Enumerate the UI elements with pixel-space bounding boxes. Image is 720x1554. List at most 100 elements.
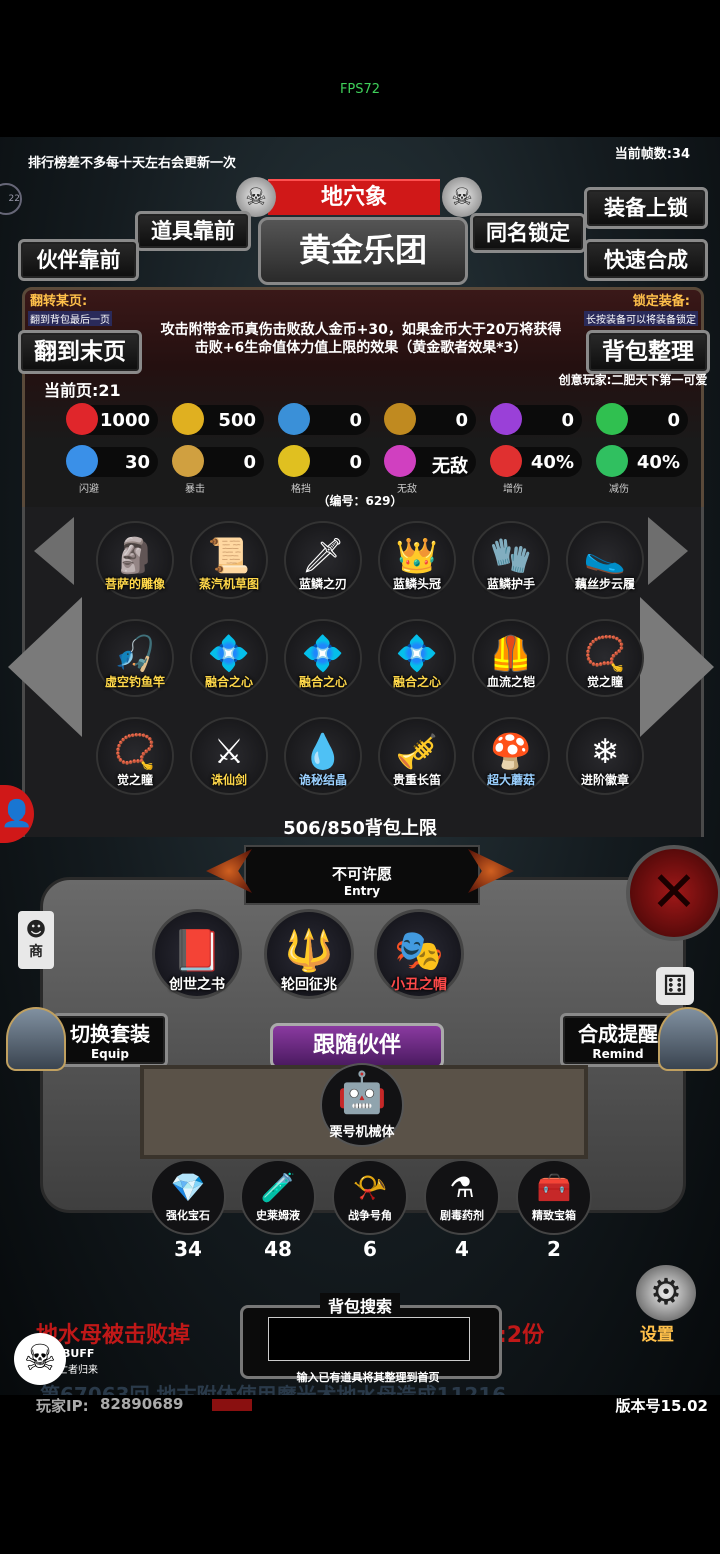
bag-item-slot[interactable]: ❄ 进阶徽章: [566, 717, 644, 795]
consumable-slot[interactable]: ⚗ 剧毒药剂 4: [424, 1159, 500, 1261]
wish-plaque[interactable]: 不可许愿 Entry: [244, 845, 480, 905]
crit-icon: [172, 445, 204, 477]
bag-item-slot[interactable]: 🍄 超大蘑菇: [472, 717, 550, 795]
consumable-count: 6: [363, 1237, 377, 1261]
item-front-button[interactable]: 道具靠前: [135, 211, 251, 251]
stat-value: 40%: [530, 452, 574, 473]
stat-value: 0: [561, 410, 574, 431]
bag-item-name: 进阶徽章: [580, 773, 629, 787]
prev-page-arrow-icon[interactable]: [8, 597, 82, 737]
equipped-item-name: 轮回征兆: [281, 977, 337, 993]
prev-small-arrow-icon[interactable]: [34, 517, 74, 585]
consumable-slot[interactable]: 📯 战争号角 6: [332, 1159, 408, 1261]
eye-amulet-icon: 📿: [583, 634, 627, 674]
shop-label: 商: [29, 944, 43, 960]
flip-page-title: 翻转某页:: [30, 294, 88, 309]
last-page-button[interactable]: 翻到末页: [18, 330, 142, 374]
bag-item-slot[interactable]: 🥿 藕丝步云履: [566, 521, 644, 599]
statue-icon: 🗿: [113, 536, 157, 576]
switch-set-label: 切换套装: [70, 1022, 150, 1046]
same-name-lock-button[interactable]: 同名锁定: [470, 213, 586, 253]
lock-equip-hint: 长按装备可以将装备锁定: [584, 311, 698, 326]
bag-item-slot[interactable]: ⚔ 诛仙剑: [190, 717, 268, 795]
set-name: 黄金乐团: [298, 231, 427, 269]
stat-r2-4: 40% 增伤: [490, 445, 582, 495]
equipped-item-slot[interactable]: 🎭 小丑之帽: [374, 909, 464, 999]
swords-icon: [490, 445, 522, 477]
bag-item-name: 蓝鳞护手: [486, 577, 535, 591]
stat-value: 0: [243, 452, 256, 473]
bag-item-slot[interactable]: 📿 觉之瞳: [566, 619, 644, 697]
consumable-slot[interactable]: 🧪 史莱姆液 48: [240, 1159, 316, 1261]
fusion-heart-icon: 💠: [395, 634, 439, 674]
dice-icon[interactable]: ⚅: [656, 967, 694, 1005]
companion-slot[interactable]: 🤖 栗号机械体: [320, 1063, 404, 1147]
equipped-item-slot[interactable]: 🔱 轮回征兆: [264, 909, 354, 999]
stat-value: 0: [455, 410, 468, 431]
bag-item-name: 贵重长笛: [392, 773, 441, 787]
consumable-count: 4: [455, 1237, 469, 1261]
bag-item-slot[interactable]: 🗿 菩萨的雕像: [96, 521, 174, 599]
next-page-arrow-icon[interactable]: [640, 597, 714, 737]
bag-item-slot[interactable]: 🧤 蓝鳞护手: [472, 521, 550, 599]
synth-reminder-sub: Remind: [592, 1047, 644, 1061]
search-hint: 输入已有道具将其整理到首页: [296, 1371, 440, 1384]
clover-icon: [596, 403, 628, 435]
helmet-icon: [278, 403, 310, 435]
stat-r2-3: 无敌 无敌: [384, 445, 476, 495]
bag-item-slot[interactable]: 🎺 贵重长笛: [378, 717, 456, 795]
bag-item-name: 觉之瞳: [116, 773, 153, 787]
bag-item-name: 觉之瞳: [586, 675, 623, 689]
wings-icon: [384, 445, 416, 477]
consumable-slot[interactable]: 💎 强化宝石 34: [150, 1159, 226, 1261]
bag-item-slot[interactable]: 📿 觉之瞳: [96, 717, 174, 795]
blade-icon: 🗡: [301, 536, 345, 576]
flip-page-hint: 翻到背包最后一页: [28, 311, 112, 326]
bag-item-name: 菩萨的雕像: [104, 577, 165, 591]
bag-item-slot[interactable]: 💠 融合之心: [284, 619, 362, 697]
buff-skull-icon[interactable]: ☠: [14, 1333, 66, 1385]
heart-icon: [66, 403, 98, 435]
next-small-arrow-icon[interactable]: [648, 517, 688, 585]
bag-item-slot[interactable]: 💠 融合之心: [378, 619, 456, 697]
stat-value: 0: [349, 452, 362, 473]
serial-number: （编号：629）: [317, 494, 403, 508]
switch-set-button[interactable]: 切换套装 Equip: [52, 1013, 168, 1067]
settings-label[interactable]: 设置: [640, 1320, 674, 1345]
settings-gear-icon[interactable]: ⚙: [636, 1265, 696, 1321]
bag-item-slot[interactable]: 💠 融合之心: [190, 619, 268, 697]
equip-lock-button[interactable]: 装备上锁: [584, 187, 708, 229]
companion-front-button[interactable]: 伙伴靠前: [18, 239, 139, 281]
scroll-icon: 📜: [207, 536, 251, 576]
stat-r2-5: 40% 减伤: [596, 445, 688, 495]
chest-icon: 🧰: [536, 1170, 572, 1204]
gem-icon: 💎: [170, 1170, 206, 1204]
close-x-icon[interactable]: ✕: [626, 845, 720, 941]
bag-item-slot[interactable]: 🦺 血流之铠: [472, 619, 550, 697]
version-label: 版本号15.02: [615, 1397, 708, 1415]
bag-item-slot[interactable]: 🗡 蓝鳞之刃: [284, 521, 362, 599]
bag-item-slot[interactable]: 👑 蓝鳞头冠: [378, 521, 456, 599]
bag-item-slot[interactable]: 🎣 虚空钓鱼竿: [96, 619, 174, 697]
area-banner: 地穴象: [268, 179, 440, 215]
edge-badge[interactable]: 22: [0, 183, 22, 215]
stat-r1-4: 0: [490, 403, 582, 435]
book-icon: 📕: [172, 927, 222, 974]
bag-item-name: 诡秘结晶: [298, 773, 347, 787]
news-line-1-tail: :2份: [498, 1323, 545, 1348]
consumable-slot[interactable]: 🧰 精致宝箱 2: [516, 1159, 592, 1261]
equipped-item-slot[interactable]: 📕 创世之书: [152, 909, 242, 999]
bag-item-slot[interactable]: 📜 蒸汽机草图: [190, 521, 268, 599]
equipped-item-name: 创世之书: [169, 977, 225, 993]
search-input[interactable]: [268, 1317, 470, 1361]
consumable-count: 34: [174, 1237, 202, 1261]
sort-bag-button[interactable]: 背包整理: [586, 330, 710, 374]
defense-icon: [596, 445, 628, 477]
bag-item-slot[interactable]: 💧 诡秘结晶: [284, 717, 362, 795]
stat-value: 无敌: [432, 456, 468, 477]
horn-icon: 📯: [352, 1170, 388, 1204]
side-shop-button[interactable]: ☻ 商: [18, 911, 54, 969]
quick-synth-button[interactable]: 快速合成: [584, 239, 708, 281]
stat-r1-2: 0: [278, 403, 370, 435]
fusion-heart-icon: 💠: [301, 634, 345, 674]
